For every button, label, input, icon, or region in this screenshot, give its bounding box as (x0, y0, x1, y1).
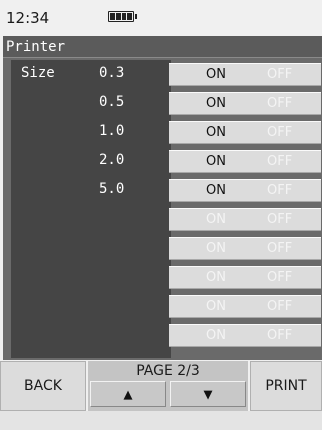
bottom-nav: BACK PAGE 2/3 ▲ ▼ PRINT (0, 361, 322, 411)
page-navigator: PAGE 2/3 ▲ ▼ (88, 361, 248, 411)
toggle-row-disabled: ON OFF (169, 324, 321, 347)
clock: 12:34 (6, 9, 50, 27)
status-bar: 12:34 (0, 0, 322, 34)
toggle-row[interactable]: ON OFF (169, 179, 321, 202)
print-button[interactable]: PRINT (250, 361, 322, 411)
on-option: ON (206, 328, 226, 343)
off-option: OFF (267, 270, 293, 285)
size-value: 2.0 (99, 152, 125, 168)
size-value: 5.0 (99, 181, 125, 197)
footer-strip (0, 411, 322, 430)
page-down-button[interactable]: ▼ (170, 381, 246, 407)
battery-icon (108, 11, 137, 22)
on-option[interactable]: ON (206, 96, 226, 111)
off-option: OFF (267, 212, 293, 227)
size-value: 0.5 (99, 94, 125, 110)
off-option: OFF (267, 299, 293, 314)
off-option: OFF (267, 241, 293, 256)
size-value: 1.0 (99, 123, 125, 139)
on-option: ON (206, 212, 226, 227)
on-option: ON (206, 270, 226, 285)
toggle-row-disabled: ON OFF (169, 208, 321, 231)
off-option[interactable]: OFF (267, 154, 292, 169)
back-button[interactable]: BACK (0, 361, 86, 411)
size-value: 0.3 (99, 65, 125, 81)
on-option: ON (206, 299, 226, 314)
on-option[interactable]: ON (206, 154, 226, 169)
toggle-row-disabled: ON OFF (169, 266, 321, 289)
on-option[interactable]: ON (206, 183, 226, 198)
arrow-down-icon: ▼ (203, 385, 213, 403)
off-option[interactable]: OFF (267, 96, 292, 111)
arrow-up-icon: ▲ (123, 385, 133, 403)
off-option[interactable]: OFF (267, 125, 292, 140)
toggle-row[interactable]: ON OFF (169, 63, 321, 86)
toggle-row-disabled: ON OFF (169, 295, 321, 318)
off-option[interactable]: OFF (267, 67, 292, 82)
toggle-row[interactable]: ON OFF (169, 92, 321, 115)
size-list: Size 0.3 0.5 1.0 2.0 5.0 (11, 60, 171, 358)
toggle-row-disabled: ON OFF (169, 237, 321, 260)
size-label: Size (21, 65, 55, 81)
on-option[interactable]: ON (206, 125, 226, 140)
on-option: ON (206, 241, 226, 256)
panel-title: Printer (3, 36, 322, 58)
toggle-row[interactable]: ON OFF (169, 121, 321, 144)
off-option: OFF (267, 328, 293, 343)
toggle-row[interactable]: ON OFF (169, 150, 321, 173)
on-option[interactable]: ON (206, 67, 226, 82)
page-up-button[interactable]: ▲ (90, 381, 166, 407)
page-indicator: PAGE 2/3 (136, 363, 200, 379)
off-option[interactable]: OFF (267, 183, 292, 198)
